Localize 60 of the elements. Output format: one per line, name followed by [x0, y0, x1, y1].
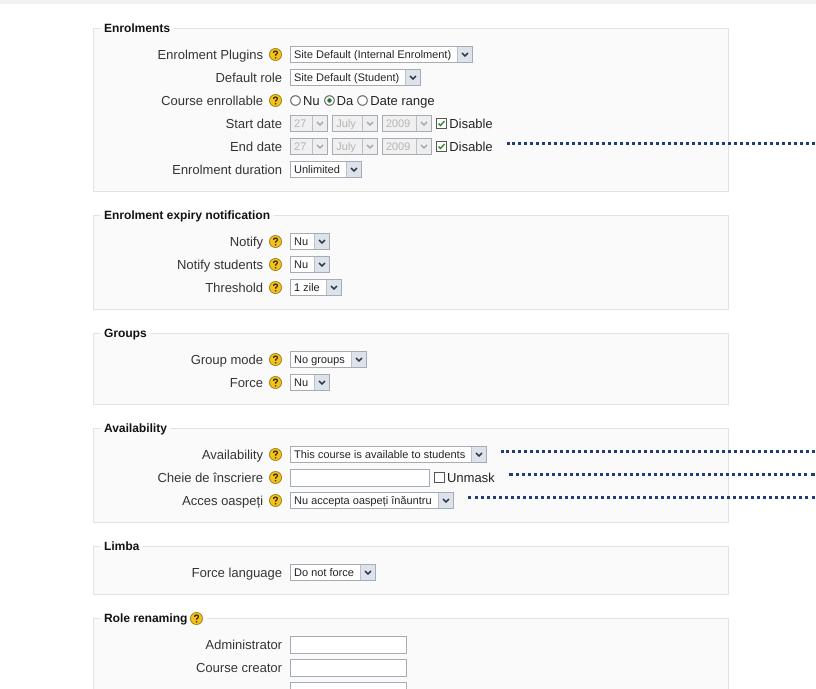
help-icon[interactable] [269, 376, 282, 389]
field-label: Acces oaspeți [182, 493, 263, 508]
help-icon[interactable] [269, 471, 282, 484]
field-label: Default role [216, 70, 282, 85]
dropdown[interactable]: Do not force [290, 564, 376, 581]
input-field[interactable] [290, 636, 407, 654]
help-icon[interactable] [269, 94, 282, 107]
dropdown[interactable]: Nu accepta oaspeți înăuntru [290, 492, 454, 509]
section-title: Enrolments [104, 21, 170, 35]
radio-option[interactable]: Nu [290, 93, 320, 108]
dropdown[interactable]: Nu [290, 374, 330, 391]
help-icon[interactable] [269, 258, 282, 271]
field-label: Start date [226, 116, 282, 131]
dropdown[interactable]: This course is available to students [290, 446, 488, 463]
help-icon[interactable] [269, 235, 282, 248]
section-title: Role renaming [104, 611, 188, 625]
field-label: Administrator [205, 637, 282, 652]
help-icon[interactable] [269, 353, 282, 366]
help-icon[interactable] [269, 281, 282, 294]
section-title: Limba [104, 539, 140, 553]
checkbox-option[interactable]: Disable [436, 139, 493, 154]
field-label: Group mode [190, 352, 263, 367]
input-field[interactable] [290, 468, 430, 486]
section-title: Groups [104, 326, 147, 340]
dropdown[interactable]: Nu [290, 233, 330, 250]
checkbox[interactable] [436, 141, 448, 152]
field-label: Availability [202, 447, 263, 462]
dropdown[interactable]: Nu [290, 256, 330, 273]
checkbox-option[interactable]: Disable [436, 116, 493, 131]
radio-button[interactable] [324, 95, 335, 106]
radio-option[interactable]: Date range [357, 93, 435, 108]
field-label: Course enrollable [161, 93, 263, 108]
help-icon[interactable] [269, 448, 282, 461]
help-icon[interactable] [269, 494, 282, 507]
field-label: Cheie de înscriere [158, 470, 263, 485]
dropdown[interactable]: 1 zile [290, 279, 342, 296]
field-label: Force language [192, 565, 282, 580]
dropdown[interactable]: No groups [290, 351, 367, 368]
section-title: Availability [104, 421, 167, 435]
dropdown[interactable]: Unlimited [290, 161, 362, 178]
radio-option[interactable]: Da [324, 93, 354, 108]
dropdown[interactable]: Site Default (Internal Enrolment) [290, 46, 474, 63]
section-title: Enrolment expiry notification [104, 208, 270, 222]
checkbox[interactable] [434, 472, 445, 483]
field-label: Enrolment duration [172, 162, 282, 177]
input-field[interactable] [290, 658, 407, 676]
radio-button[interactable] [357, 95, 368, 106]
field-label: Notify students [177, 257, 263, 272]
field-label: Threshold [205, 280, 263, 295]
field-label: Course creator [196, 660, 282, 675]
field-label: End date [230, 139, 282, 154]
dropdown[interactable]: Site Default (Student) [290, 69, 422, 86]
field-label: Enrolment Plugins [158, 47, 263, 62]
radio-button[interactable] [290, 95, 301, 106]
field-label: Notify [230, 234, 263, 249]
checkbox-option[interactable]: Unmask [434, 470, 495, 485]
help-icon[interactable] [269, 48, 282, 61]
checkbox[interactable] [436, 118, 448, 129]
field-label: Force [230, 375, 263, 390]
help-icon[interactable] [190, 612, 204, 624]
